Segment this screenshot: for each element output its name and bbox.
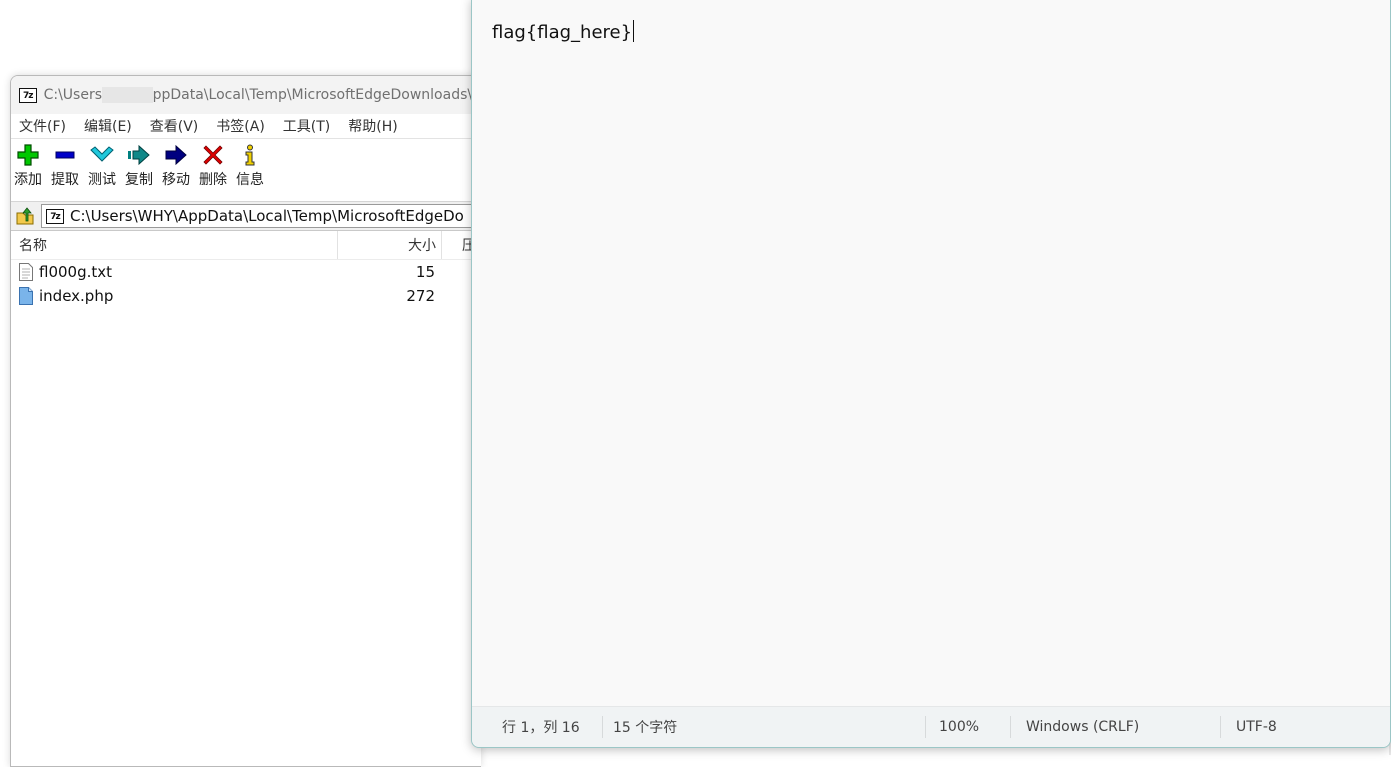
- delete-label: 删除: [199, 172, 227, 188]
- line-ending[interactable]: Windows (CRLF): [1010, 716, 1220, 738]
- column-header-size[interactable]: 大小: [338, 231, 442, 259]
- move-icon: [164, 143, 188, 167]
- test-icon: [90, 143, 114, 167]
- info-button[interactable]: 信息: [235, 143, 265, 189]
- php-file-icon: [19, 287, 33, 305]
- zoom-level[interactable]: 100%: [925, 716, 1010, 738]
- address-field[interactable]: 7z C:\Users\WHY\AppData\Local\Temp\Micro…: [41, 204, 481, 228]
- text-file-icon: [19, 263, 33, 281]
- toolbar: 添加 提取 测试 复制 移动 删除 信息: [11, 139, 481, 202]
- info-icon: [241, 143, 259, 167]
- extract-icon: [54, 143, 76, 167]
- add-icon: [17, 143, 39, 167]
- file-name: fl000g.txt: [39, 263, 113, 281]
- 7zip-app-icon: 7z: [19, 87, 37, 103]
- add-label: 添加: [14, 172, 42, 188]
- info-label: 信息: [236, 172, 264, 188]
- file-list: fl000g.txt 15 index.php 272: [11, 260, 481, 308]
- file-row[interactable]: index.php 272: [11, 284, 481, 308]
- title-bar[interactable]: 7z C:\Users ppData\Local\Temp\MicrosoftEd…: [11, 76, 481, 114]
- file-size: 15: [415, 263, 435, 281]
- notepad-window: flag{flag_here} 行 1，列 16 15 个字符 100% Win…: [471, 0, 1391, 748]
- status-bar: 行 1，列 16 15 个字符 100% Windows (CRLF) UTF-…: [472, 706, 1390, 747]
- test-button[interactable]: 测试: [87, 143, 117, 189]
- extract-label: 提取: [51, 172, 79, 188]
- copy-button[interactable]: 复制: [124, 143, 154, 189]
- add-button[interactable]: 添加: [13, 143, 43, 189]
- column-header-name[interactable]: 名称: [11, 231, 338, 259]
- copy-label: 复制: [125, 172, 153, 188]
- copy-icon: [127, 143, 151, 167]
- address-path: C:\Users\WHY\AppData\Local\Temp\Microsof…: [70, 207, 464, 225]
- file-name: index.php: [39, 287, 114, 305]
- move-button[interactable]: 移动: [161, 143, 191, 189]
- file-list-header: 名称 大小 压: [11, 231, 481, 260]
- menu-bar: 文件(F) 编辑(E) 查看(V) 书签(A) 工具(T) 帮助(H): [11, 114, 481, 139]
- file-row[interactable]: fl000g.txt 15: [11, 260, 481, 284]
- menu-view[interactable]: 查看(V): [150, 116, 199, 136]
- address-bar: 7z C:\Users\WHY\AppData\Local\Temp\Micro…: [11, 202, 481, 231]
- folder-up-icon[interactable]: [15, 206, 35, 226]
- menu-bookmarks[interactable]: 书签(A): [216, 116, 265, 136]
- text-caret: [633, 20, 635, 42]
- extract-button[interactable]: 提取: [50, 143, 80, 189]
- menu-edit[interactable]: 编辑(E): [84, 116, 132, 136]
- delete-button[interactable]: 删除: [198, 143, 228, 189]
- file-size: 272: [406, 287, 435, 305]
- menu-help[interactable]: 帮助(H): [348, 116, 397, 136]
- redacted-username: [102, 87, 153, 103]
- menu-file[interactable]: 文件(F): [19, 116, 66, 136]
- document-text: flag{flag_here}: [492, 22, 633, 43]
- editor-content[interactable]: flag{flag_here}: [492, 20, 635, 43]
- text-editor[interactable]: flag{flag_here}: [472, 0, 1390, 707]
- window-title-prefix: C:\Users: [43, 87, 102, 103]
- move-label: 移动: [162, 172, 190, 188]
- 7zip-archive-icon: 7z: [46, 208, 64, 224]
- character-count: 15 个字符: [602, 716, 925, 738]
- test-label: 测试: [88, 172, 116, 188]
- 7zip-window: 7z C:\Users ppData\Local\Temp\MicrosoftEd…: [10, 75, 481, 767]
- encoding[interactable]: UTF-8: [1220, 716, 1370, 738]
- menu-tools[interactable]: 工具(T): [283, 116, 330, 136]
- window-title-suffix: ppData\Local\Temp\MicrosoftEdgeDownloads…: [152, 87, 481, 103]
- delete-icon: [202, 143, 224, 167]
- cursor-position: 行 1，列 16: [502, 720, 580, 736]
